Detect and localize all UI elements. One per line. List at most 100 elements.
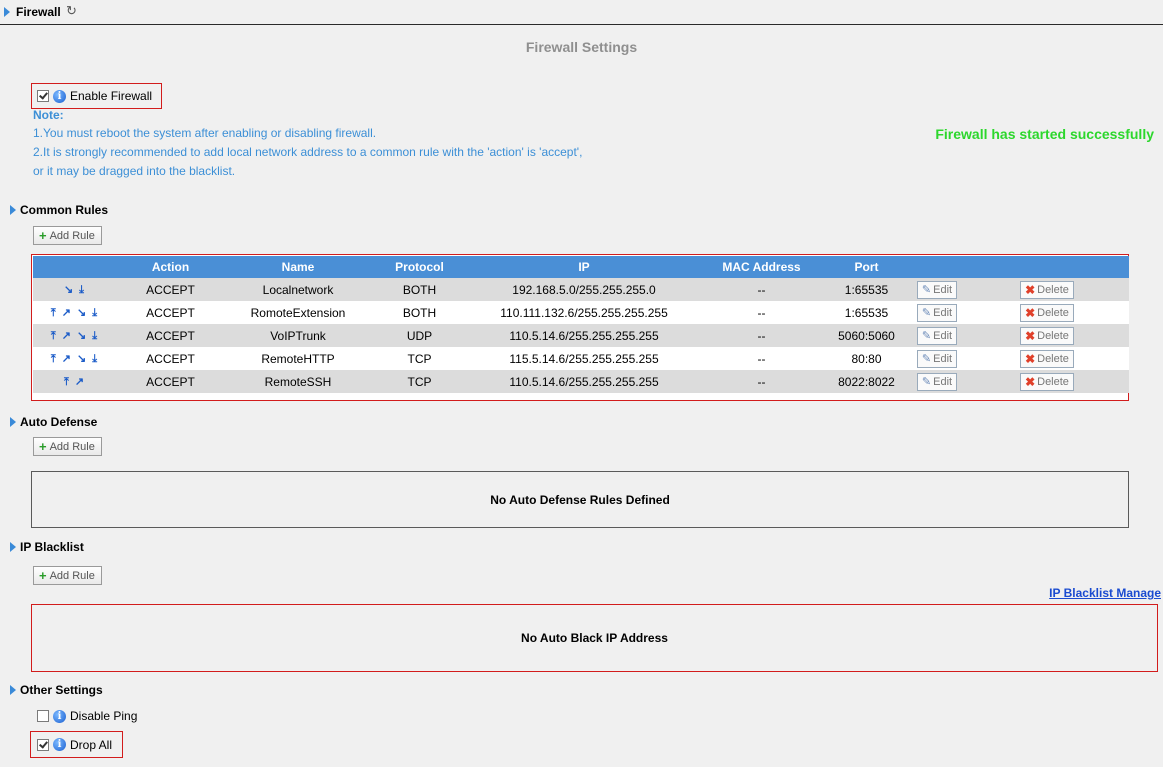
delete-button[interactable]: ✖ Delete [1020, 280, 1074, 299]
move-top-icon[interactable]: ⤒ [64, 376, 69, 388]
disable-ping-row: i Disable Ping [37, 709, 137, 723]
delete-button[interactable]: ✖ Delete [1020, 372, 1074, 391]
ip-blacklist-add-button[interactable]: + Add Rule [33, 566, 102, 585]
row-order-controls: ⤒ ↗ ↘ ⤓ [33, 301, 115, 324]
move-down-icon[interactable]: ↘ [77, 330, 86, 342]
firewall-status-message: Firewall has started successfully [935, 126, 1154, 142]
edit-label: Edit [933, 375, 953, 388]
move-top-icon[interactable]: ⤒ [51, 330, 56, 342]
enable-firewall-checkbox[interactable] [37, 90, 49, 102]
settings-title: Firewall Settings [525, 39, 638, 55]
cell-name: Localnetwork [226, 278, 370, 301]
cell-protocol: TCP [370, 347, 469, 370]
table-row: ↘ ⤓ ACCEPT Localnetwork BOTH 192.168.5.0/… [33, 278, 1129, 301]
move-up-icon[interactable]: ↗ [62, 330, 71, 342]
move-bottom-icon[interactable]: ⤓ [92, 307, 97, 319]
cell-ip: 192.168.5.0/255.255.255.0 [469, 278, 699, 301]
edit-button[interactable]: ✎ Edit [916, 349, 958, 368]
cell-port: 80:80 [824, 347, 909, 370]
cell-port: 8022:8022 [824, 370, 909, 393]
row-order-controls: ↘ ⤓ [33, 278, 115, 301]
disable-ping-checkbox[interactable] [37, 710, 49, 722]
cell-action: ACCEPT [115, 278, 226, 301]
drop-all-box: i Drop All [30, 731, 123, 758]
cell-port: 1:65535 [824, 278, 909, 301]
delete-button[interactable]: ✖ Delete [1020, 303, 1074, 322]
delete-label: Delete [1037, 352, 1069, 365]
col-ip: IP [469, 256, 699, 278]
table-row: ⤒ ↗ ↘ ⤓ ACCEPT RomoteExtension BOTH 110.111… [33, 301, 1129, 324]
edit-icon: ✎ [921, 330, 932, 342]
plus-icon: + [39, 439, 47, 454]
edit-button[interactable]: ✎ Edit [916, 372, 958, 391]
move-down-icon[interactable]: ↘ [77, 353, 86, 365]
move-top-icon[interactable]: ⤒ [51, 307, 56, 319]
col-order [33, 256, 115, 278]
ip-blacklist-empty: No Auto Black IP Address [31, 604, 1158, 672]
plus-icon: + [39, 228, 47, 243]
delete-icon: ✖ [1025, 305, 1036, 320]
cell-mac: -- [699, 301, 824, 324]
cell-action: ACCEPT [115, 370, 226, 393]
move-bottom-icon[interactable]: ⤓ [92, 353, 97, 365]
section-arrow-icon [10, 417, 16, 427]
section-arrow-icon [4, 7, 10, 17]
move-top-icon[interactable]: ⤒ [51, 353, 56, 365]
cell-name: RemoteHTTP [226, 347, 370, 370]
ip-blacklist-manage-link[interactable]: IP Blacklist Manage [1049, 586, 1161, 600]
auto-defense-add-button[interactable]: + Add Rule [33, 437, 102, 456]
delete-button[interactable]: ✖ Delete [1020, 326, 1074, 345]
cell-name: RemoteSSH [226, 370, 370, 393]
delete-icon: ✖ [1025, 351, 1036, 366]
refresh-icon[interactable]: ↻ [66, 3, 77, 19]
edit-label: Edit [933, 306, 953, 319]
edit-button[interactable]: ✎ Edit [916, 326, 958, 345]
disable-ping-label: Disable Ping [70, 709, 138, 723]
ip-blacklist-heading: IP Blacklist [10, 540, 84, 554]
top-bar: Firewall ↻ [0, 0, 1163, 25]
col-delete [965, 256, 1129, 278]
move-up-icon[interactable]: ↗ [75, 376, 84, 388]
drop-all-checkbox[interactable] [37, 738, 49, 751]
col-port: Port [824, 256, 909, 278]
cell-port: 1:65535 [824, 301, 909, 324]
common-rules-title: Common Rules [20, 203, 109, 217]
col-protocol: Protocol [370, 256, 469, 278]
info-icon[interactable]: i [53, 89, 66, 103]
cell-ip: 110.111.132.6/255.255.255.255 [469, 301, 699, 324]
row-order-controls: ⤒ ↗ [33, 370, 115, 393]
ip-blacklist-title: IP Blacklist [20, 540, 84, 554]
auto-defense-heading: Auto Defense [10, 415, 97, 429]
move-down-icon[interactable]: ↘ [64, 284, 73, 296]
add-rule-label: Add Rule [49, 229, 95, 242]
move-up-icon[interactable]: ↗ [62, 353, 71, 365]
cell-action: ACCEPT [115, 301, 226, 324]
edit-button[interactable]: ✎ Edit [916, 303, 958, 322]
delete-label: Delete [1037, 306, 1069, 319]
move-bottom-icon[interactable]: ⤓ [79, 284, 84, 296]
plus-icon: + [39, 568, 47, 583]
cell-protocol: UDP [370, 324, 469, 347]
delete-icon: ✖ [1025, 374, 1036, 389]
row-order-controls: ⤒ ↗ ↘ ⤓ [33, 324, 115, 347]
cell-mac: -- [699, 324, 824, 347]
cell-ip: 115.5.14.6/255.255.255.255 [469, 347, 699, 370]
common-rules-table-box: Action Name Protocol IP MAC Address Port… [31, 254, 1129, 401]
common-rules-table: Action Name Protocol IP MAC Address Port… [33, 256, 1129, 393]
move-down-icon[interactable]: ↘ [77, 307, 86, 319]
note-line-2: 2.It is strongly recommended to add loca… [33, 145, 583, 159]
common-rules-add-button[interactable]: + Add Rule [33, 226, 102, 245]
cell-action: ACCEPT [115, 324, 226, 347]
section-arrow-icon [10, 685, 16, 695]
move-up-icon[interactable]: ↗ [62, 307, 71, 319]
edit-icon: ✎ [921, 353, 932, 365]
table-row: ⤒ ↗ ↘ ⤓ ACCEPT VoIPTrunk UDP 110.5.14.6/255… [33, 324, 1129, 347]
info-icon[interactable]: i [53, 709, 66, 723]
delete-button[interactable]: ✖ Delete [1020, 349, 1074, 368]
info-icon[interactable]: i [53, 738, 66, 751]
edit-button[interactable]: ✎ Edit [916, 280, 958, 299]
enable-firewall-box: i Enable Firewall [31, 83, 162, 109]
cell-port: 5060:5060 [824, 324, 909, 347]
move-bottom-icon[interactable]: ⤓ [92, 330, 97, 342]
edit-icon: ✎ [921, 284, 932, 296]
